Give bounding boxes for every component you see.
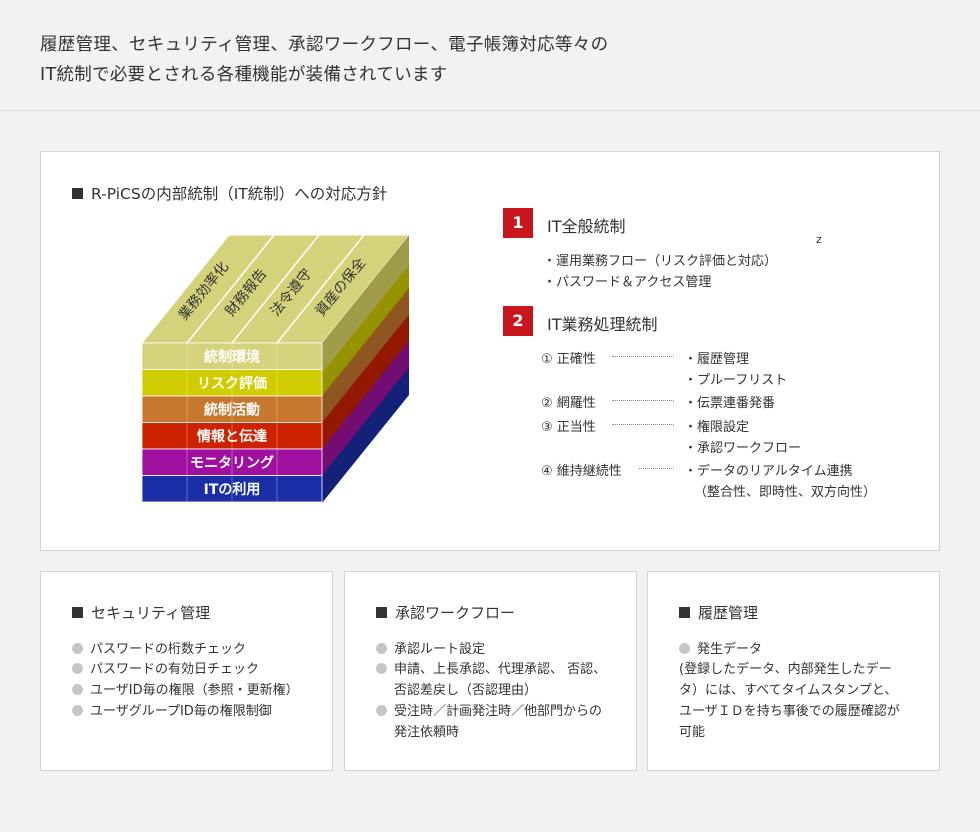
leader-dots bbox=[639, 468, 674, 469]
leader-dots bbox=[612, 400, 674, 401]
square-bullet-icon bbox=[376, 607, 387, 618]
square-bullet-icon bbox=[72, 188, 83, 199]
control-item: ・伝票連番発番 bbox=[684, 396, 776, 411]
control-label-completeness: ② 網羅性 bbox=[541, 396, 596, 411]
cube-layer-label: ITの利用 bbox=[204, 481, 261, 498]
leader-dots bbox=[612, 424, 674, 425]
history-card: 履歴管理 発生データ (登録したデータ、内部発生したデー タ）には、すべてタイム… bbox=[647, 571, 940, 771]
bullet-dot-icon bbox=[376, 705, 387, 716]
header-line-2: IT統制で必要とされる各種機能が装備されています bbox=[40, 65, 448, 85]
square-bullet-icon bbox=[679, 607, 690, 618]
cube-layer-label: リスク評価 bbox=[197, 375, 267, 392]
bullet-dot-icon bbox=[376, 643, 387, 654]
header-line-1: 履歴管理、セキュリティ管理、承認ワークフロー、電子帳簿対応等々の bbox=[40, 35, 609, 55]
list-item-continued: 否認差戻し（否認理由） bbox=[394, 683, 538, 698]
bullet-dot-icon bbox=[72, 643, 83, 654]
section2-title: IT業務処理統制 bbox=[547, 315, 658, 334]
bullet-dot-icon bbox=[72, 705, 83, 716]
history-text-line: ユーザＩＤを持ち事後での履歴確認が bbox=[679, 704, 900, 719]
control-item: ・プルーフリスト bbox=[684, 373, 788, 388]
list-item: 申請、上長承認、代理承認、 否認、 bbox=[376, 658, 606, 677]
cube-graphic: 業務効率化 財務報告 法令遵守 資産の保全 統制環境リスク評価統制活動情報と伝達… bbox=[140, 234, 411, 503]
list-item: ユーザID毎の権限（参照・更新権） bbox=[72, 679, 299, 698]
section1-number-badge: 1 bbox=[503, 208, 533, 238]
policy-panel: R-PiCSの内部統制（IT統制）への対応方針 業務効率化 財務報告 法令遵守 … bbox=[40, 151, 940, 551]
workflow-card: 承認ワークフロー 承認ルート設定 申請、上長承認、代理承認、 否認、 否認差戻し… bbox=[344, 571, 637, 771]
list-item: 承認ルート設定 bbox=[376, 638, 485, 657]
history-text-line: タ）には、すべてタイムスタンプと、 bbox=[679, 683, 898, 698]
list-item: パスワードの有効日チェック bbox=[72, 658, 259, 677]
history-text-line: 可能 bbox=[679, 725, 706, 740]
list-item-continued: 発注依頼時 bbox=[394, 725, 460, 740]
workflow-card-title: 承認ワークフロー bbox=[376, 602, 515, 623]
z-mark: z bbox=[816, 233, 822, 246]
bullet-dot-icon bbox=[72, 663, 83, 674]
history-text-line: (登録したデータ、内部発生したデー bbox=[679, 662, 892, 677]
policy-title: R-PiCSの内部統制（IT統制）への対応方針 bbox=[72, 182, 387, 204]
bullet-dot-icon bbox=[72, 684, 83, 695]
square-bullet-icon bbox=[72, 607, 83, 618]
control-label-validity: ③ 正当性 bbox=[541, 420, 596, 435]
leader-dots bbox=[612, 356, 674, 357]
cube-layer-label: 統制活動 bbox=[204, 402, 260, 419]
control-item: ・履歴管理 bbox=[684, 352, 750, 367]
section1-title: IT全般統制 bbox=[547, 217, 626, 236]
security-card-title: セキュリティ管理 bbox=[72, 602, 210, 623]
section2-number-badge: 2 bbox=[503, 306, 533, 336]
security-card: セキュリティ管理 パスワードの桁数チェック パスワードの有効日チェック ユーザI… bbox=[40, 571, 333, 771]
internal-control-cube: 業務効率化 財務報告 法令遵守 資産の保全 統制環境 リスク評価 統制活動 情報と伝達… bbox=[135, 225, 435, 515]
control-item: ・権限設定 bbox=[684, 420, 750, 435]
control-label-continuity: ④ 維持継続性 bbox=[541, 464, 622, 479]
section1-item-1: ・運用業務フロー（リスク評価と対応） bbox=[543, 254, 778, 269]
cube-layer-label: モニタリング bbox=[190, 455, 274, 472]
list-item: 発生データ bbox=[679, 638, 762, 657]
page-header: 履歴管理、セキュリティ管理、承認ワークフロー、電子帳簿対応等々の IT統制で必要… bbox=[0, 0, 980, 111]
cube-layer-label: 統制環境 bbox=[204, 349, 260, 366]
bullet-dot-icon bbox=[376, 663, 387, 674]
bullet-dot-icon bbox=[679, 643, 690, 654]
control-label-accuracy: ① 正確性 bbox=[541, 352, 596, 367]
section1-item-2: ・パスワード＆アクセス管理 bbox=[543, 275, 712, 290]
list-item: パスワードの桁数チェック bbox=[72, 638, 246, 657]
control-item: （整合性、即時性、双方向性） bbox=[694, 485, 877, 500]
list-item: 受注時／計画発注時／他部門からの bbox=[376, 700, 602, 719]
control-item: ・承認ワークフロー bbox=[684, 441, 802, 456]
cube-layer-label: 情報と伝達 bbox=[197, 428, 267, 445]
control-item: ・データのリアルタイム連携 bbox=[684, 464, 853, 479]
list-item: ユーザグループID毎の権限制御 bbox=[72, 700, 272, 719]
history-card-title: 履歴管理 bbox=[679, 602, 758, 623]
